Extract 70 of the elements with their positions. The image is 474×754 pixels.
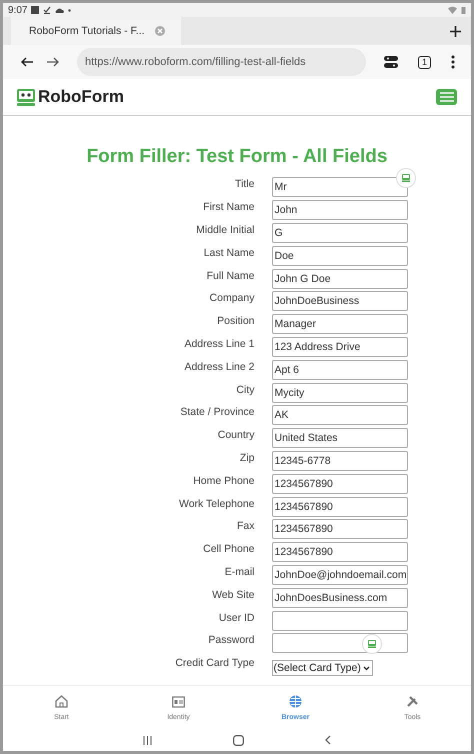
- field-label: Fax: [236, 520, 254, 532]
- field-label: User ID: [218, 612, 254, 624]
- input-field[interactable]: JohnDoesBusiness.com: [272, 588, 408, 608]
- page-tab[interactable]: RoboForm Tutorials - F...: [11, 17, 181, 45]
- id-card-icon: [172, 694, 185, 708]
- field-label: Address Line 2: [183, 360, 254, 373]
- back-nav-icon[interactable]: [324, 735, 331, 745]
- input-field[interactable]: John: [272, 200, 408, 220]
- field-label: Title: [234, 178, 254, 190]
- field-label: Company: [208, 292, 254, 304]
- field-label: Home Phone: [192, 474, 254, 487]
- tab-title: RoboForm Tutorials - F...: [29, 25, 145, 37]
- input-field[interactable]: AK: [272, 405, 408, 426]
- input-field[interactable]: 1234567890: [272, 542, 408, 562]
- tools-icon: [406, 694, 419, 708]
- home-button-icon[interactable]: [232, 734, 244, 746]
- field-label: Middle Initial: [195, 224, 254, 236]
- input-field[interactable]: 1234567890: [272, 519, 408, 540]
- battery-icon: [461, 6, 466, 14]
- image-icon: [31, 6, 40, 14]
- page-heading: Form Filler: Test Form - All Fields: [86, 146, 388, 168]
- input-field[interactable]: [272, 610, 408, 631]
- input-field[interactable]: Mycity: [272, 382, 408, 403]
- field-label: Zip: [238, 452, 254, 464]
- field-label: Credit Card Type: [174, 657, 254, 670]
- back-icon[interactable]: [21, 57, 33, 67]
- caret-icon: [362, 666, 370, 671]
- field-label: Full Name: [206, 270, 254, 282]
- input-field[interactable]: JohnDoe@johndoemail.com: [272, 564, 408, 585]
- input-field[interactable]: 1234567890: [272, 474, 408, 494]
- new-tab-icon[interactable]: [450, 26, 461, 36]
- robot-logo-icon: [17, 88, 35, 106]
- input-field[interactable]: United States: [272, 428, 408, 448]
- input-field[interactable]: 12345-6778: [272, 450, 408, 471]
- dot-icon: [68, 8, 72, 12]
- home-icon: [55, 694, 68, 708]
- field-label: State / Province: [179, 406, 254, 418]
- input-field[interactable]: 1234567890: [272, 496, 408, 517]
- field-label: Password: [207, 634, 254, 646]
- forward-icon[interactable]: [47, 57, 59, 67]
- input-field[interactable]: 123 Address Drive: [272, 336, 408, 357]
- input-field[interactable]: John G Doe: [272, 268, 408, 289]
- tab-count-button[interactable]: 1: [418, 56, 431, 68]
- field-label: Country: [216, 429, 254, 442]
- input-field[interactable]: [272, 633, 408, 654]
- input-field[interactable]: Doe: [272, 246, 408, 266]
- field-label: E-mail: [224, 566, 254, 578]
- logo-text[interactable]: RoboForm: [38, 87, 124, 107]
- input-field[interactable]: Mr: [272, 177, 408, 198]
- field-label: Web Site: [211, 588, 254, 601]
- status-time: 9:07: [8, 4, 28, 16]
- field-label: First Name: [202, 201, 254, 214]
- field-label: Cell Phone: [202, 543, 254, 556]
- input-field[interactable]: JohnDoeBusiness: [272, 291, 408, 312]
- cloud-icon: [55, 7, 64, 13]
- input-field[interactable]: Manager: [272, 314, 408, 334]
- field-label: Address Line 1: [183, 338, 254, 350]
- field-label: Position: [216, 315, 254, 328]
- field-label: Last Name: [202, 246, 254, 259]
- recent-apps-icon[interactable]: [143, 736, 152, 744]
- menu-button[interactable]: [436, 89, 457, 105]
- address-field[interactable]: https://www.roboform.com/filling-test-all-fields: [77, 48, 366, 76]
- wifi-icon: [448, 6, 457, 14]
- more-icon[interactable]: [451, 55, 455, 69]
- input-field[interactable]: G: [272, 222, 408, 243]
- select-field[interactable]: (Select Card Type): [272, 660, 373, 676]
- input-field[interactable]: Apt 6: [272, 360, 408, 380]
- globe-icon: [289, 694, 302, 708]
- field-label: Work Telephone: [178, 498, 254, 510]
- field-label: City: [235, 384, 254, 396]
